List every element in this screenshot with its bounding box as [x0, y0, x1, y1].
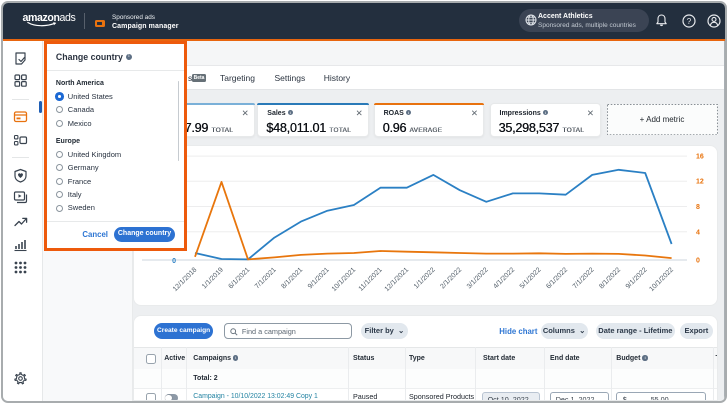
svg-text:?: ?	[687, 16, 692, 25]
svg-text:10/1/2021: 10/1/2021	[331, 266, 358, 293]
svg-text:4/1/2022: 4/1/2022	[492, 266, 516, 290]
svg-text:7/1/2022: 7/1/2022	[572, 266, 596, 290]
svg-text:12/1/2018: 12/1/2018	[172, 266, 199, 293]
svg-text:12/1/2021: 12/1/2021	[384, 266, 411, 293]
svg-text:3/1/2022: 3/1/2022	[466, 266, 490, 290]
svg-text:7/1/2021: 7/1/2021	[254, 266, 278, 290]
svg-text:6/1/2021: 6/1/2021	[227, 266, 251, 290]
svg-text:5/1/2022: 5/1/2022	[519, 266, 543, 290]
svg-text:16: 16	[696, 153, 704, 160]
svg-text:0: 0	[172, 257, 176, 264]
svg-text:10/1/2022: 10/1/2022	[648, 266, 675, 293]
svg-text:1/1/2019: 1/1/2019	[201, 266, 225, 290]
svg-text:0: 0	[696, 257, 700, 264]
svg-text:9/1/2022: 9/1/2022	[625, 266, 649, 290]
svg-text:2/1/2022: 2/1/2022	[439, 266, 463, 290]
svg-text:8: 8	[696, 204, 700, 211]
svg-text:6/1/2022: 6/1/2022	[545, 266, 569, 290]
svg-text:9/1/2021: 9/1/2021	[307, 266, 331, 290]
svg-text:1/1/2022: 1/1/2022	[413, 266, 437, 290]
svg-text:12: 12	[696, 178, 704, 185]
svg-text:8/1/2022: 8/1/2022	[598, 266, 622, 290]
svg-text:8/1/2021: 8/1/2021	[280, 266, 304, 290]
svg-text:4: 4	[696, 229, 700, 236]
svg-text:11/1/2021: 11/1/2021	[358, 266, 384, 292]
